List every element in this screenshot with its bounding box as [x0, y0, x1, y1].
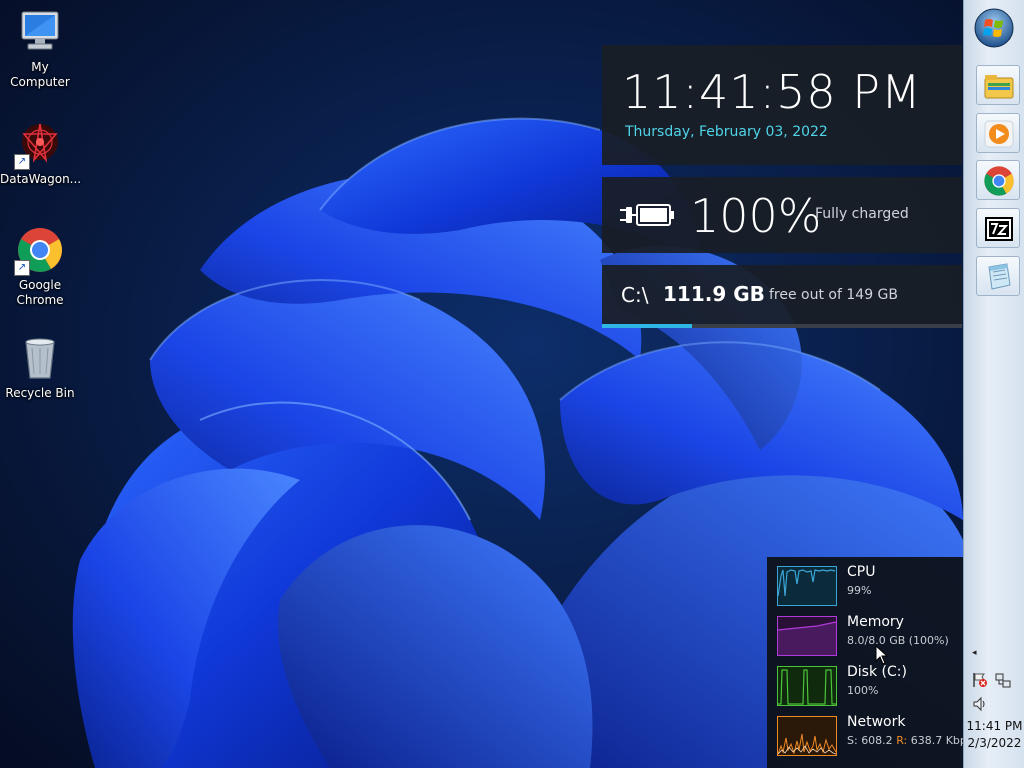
disk-free-space: 111.9 GB	[663, 282, 765, 306]
memory-graph	[777, 616, 837, 656]
monitor-row-disk[interactable]: Disk (C:) 100%	[777, 664, 963, 708]
network-send: 608.2	[861, 734, 897, 747]
show-hidden-icons-arrow[interactable]: ◂	[972, 648, 977, 658]
taskbar-button-notepad[interactable]	[976, 256, 1020, 296]
clock-gadget[interactable]: 11:41:58 PM Thursday, February 03, 2022	[602, 45, 962, 165]
taskbar-button-7zip[interactable]	[976, 208, 1020, 248]
cpu-value: 99%	[847, 584, 872, 597]
windows-orb-icon	[974, 8, 1014, 48]
taskbar-button-chrome[interactable]	[976, 160, 1020, 200]
desktop-icon-recycle-bin[interactable]: Recycle Bin	[0, 334, 80, 401]
volume-icon[interactable]	[972, 696, 988, 716]
battery-plug-icon	[618, 201, 676, 233]
file-explorer-icon	[984, 75, 1014, 99]
network-send-prefix: S:	[847, 734, 862, 747]
desktop-icon-google-chrome[interactable]: ↗ Google Chrome	[0, 226, 80, 308]
datawagon-icon: ↗	[14, 120, 64, 170]
7zip-icon	[985, 217, 1013, 241]
cpu-graph	[777, 566, 837, 606]
system-monitor-gadget[interactable]: CPU 99% Memory 8.0/8.0 GB (100%) Disk (C…	[767, 557, 973, 768]
desktop-icon-datawagon[interactable]: ↗ DataWagon...	[0, 120, 82, 187]
disk-graph	[777, 666, 837, 706]
action-center-flag-icon[interactable]	[972, 672, 988, 692]
desktop-icon-label: Google Chrome	[16, 278, 64, 307]
monitor-row-cpu[interactable]: CPU 99%	[777, 564, 963, 608]
taskbar: ◂ 11:41 PM 2/3/2022	[963, 0, 1024, 768]
network-icon[interactable]	[995, 673, 1011, 693]
network-value: S: 608.2 R: 638.7 Kbps	[847, 734, 973, 747]
tray-clock-time[interactable]: 11:41 PM	[964, 719, 1024, 733]
mouse-cursor-icon	[875, 644, 889, 669]
clock-time: 11:41:58 PM	[622, 65, 922, 119]
chrome-icon	[984, 166, 1014, 196]
taskbar-button-media-player[interactable]	[976, 113, 1020, 153]
disk-usage-bar-fill	[602, 324, 692, 328]
battery-gadget[interactable]: 100% Fully charged	[602, 177, 962, 253]
disk-space-gadget[interactable]: C:\ 111.9 GB free out of 149 GB	[602, 265, 962, 328]
recycle-bin-icon	[16, 334, 64, 382]
disk-usage-bar	[602, 324, 962, 328]
desktop-icon-label: Recycle Bin	[5, 386, 75, 400]
memory-label: Memory	[847, 614, 904, 630]
desktop-icon-my-computer[interactable]: My Computer	[0, 8, 80, 90]
taskbar-button-file-explorer[interactable]	[976, 65, 1020, 105]
start-button[interactable]	[974, 8, 1014, 48]
network-label: Network	[847, 714, 906, 730]
memory-value: 8.0/8.0 GB (100%)	[847, 634, 949, 647]
shortcut-arrow-icon: ↗	[14, 154, 30, 170]
network-recv-prefix: R:	[896, 734, 911, 747]
disk-drive-letter: C:\	[621, 283, 649, 307]
chrome-icon: ↗	[14, 226, 64, 276]
notepad-icon	[988, 263, 1011, 290]
battery-percent: 100%	[690, 189, 822, 243]
computer-icon	[16, 8, 64, 56]
desktop-icon-label: My Computer	[10, 60, 70, 89]
network-graph	[777, 716, 837, 756]
media-player-icon	[984, 120, 1014, 148]
monitor-row-network[interactable]: Network S: 608.2 R: 638.7 Kbps	[777, 714, 973, 758]
monitor-row-memory[interactable]: Memory 8.0/8.0 GB (100%)	[777, 614, 963, 658]
clock-date: Thursday, February 03, 2022	[625, 124, 828, 140]
disk-total-space: free out of 149 GB	[769, 287, 899, 303]
desktop-icon-label: DataWagon...	[0, 172, 82, 186]
cpu-label: CPU	[847, 564, 876, 580]
shortcut-arrow-icon: ↗	[14, 260, 30, 276]
battery-status: Fully charged	[815, 206, 909, 222]
tray-clock-date[interactable]: 2/3/2022	[964, 736, 1024, 750]
disk-value: 100%	[847, 684, 879, 697]
